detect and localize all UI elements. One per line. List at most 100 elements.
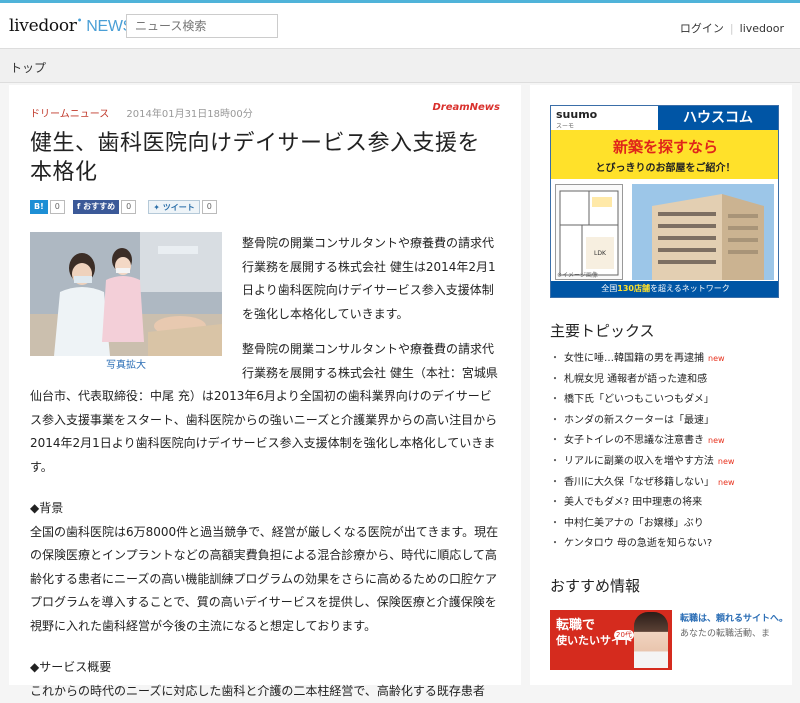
photo-illustration [30,232,222,356]
topics-list: ・女性に唾…韓国籍の男を再逮捕new ・札幌女児 通報者が語った違和感 ・橋下氏… [550,349,792,555]
bullet-icon: ・ [550,456,560,467]
article-heading-background: ◆背景 [30,497,500,521]
article-photo[interactable]: 写真拡大 [30,232,222,374]
hatena-count: 0 [50,200,65,214]
dreamnews-logo[interactable]: DreamNews [432,103,500,113]
facebook-count: 0 [121,200,136,214]
header-links: ログイン | livedoor [680,20,784,36]
topic-item[interactable]: ・香川に大久保「なぜ移籍しない」 new [550,473,792,494]
rec-img-text-2: 使いたいサイト [556,632,633,648]
new-badge: new [718,457,735,466]
suumo-sub-text: スーモ [556,121,597,130]
topics-title: 主要トピックス [550,320,792,341]
topic-item[interactable]: ・ケンタロウ 母の急逝を知らない? [550,534,792,555]
recommend-ad-link[interactable]: 転職は、頼れるサイトへ。 [680,612,790,627]
topic-item[interactable]: ・橋下氏「どいつもこいつもダメ」 [550,390,792,411]
article-date: 2014年01月31日18時00分 [126,109,252,120]
bullet-icon: ・ [550,538,560,549]
rec-img-text-1: 転職で [556,614,595,633]
topic-item[interactable]: ・リアルに副業の収入を増やす方法 new [550,452,792,473]
login-link[interactable]: ログイン [680,22,724,35]
bullet-icon: ・ [550,477,560,488]
ad-footer-pre: 全国 [601,284,617,293]
suumo-logo-text: suumo [556,108,597,121]
topic-link[interactable]: ケンタロウ 母の急逝を知らない? [564,538,712,549]
topic-link[interactable]: 女子トイレの不思議な注意書き [564,435,704,446]
floor-plan-image: LDK [555,184,623,280]
recommend-ad-desc: あなたの転職活動、ま [680,627,790,642]
topic-item[interactable]: ・女子トイレの不思議な注意書き new [550,431,792,452]
site-header: livedoor•NEWS ログイン | livedoor [0,3,800,49]
article-title: 健生、歯科医院向けデイサービス参入支援を本格化 [30,129,500,187]
ad-top-bar: suumoスーモ ハウスコム [551,106,778,130]
article-paragraph: これからの時代のニーズに対応した歯科と介護の二本柱経営で、高齢化する既存患者 [30,680,500,703]
hatena-icon: B! [30,200,48,214]
topic-link[interactable]: 橋下氏「どいつもこいつもダメ」 [564,394,714,405]
recommend-title: おすすめ情報 [550,575,792,596]
site-logo[interactable]: livedoor•NEWS [9,16,133,36]
breadcrumb-top[interactable]: トップ [10,61,46,75]
topic-link[interactable]: 女性に唾…韓国籍の男を再逮捕 [564,353,704,364]
bullet-icon: ・ [550,497,560,508]
header-divider: | [730,22,734,35]
topic-item[interactable]: ・女性に唾…韓国籍の男を再逮捕 new [550,349,792,370]
topic-link[interactable]: ホンダの新スクーターは「最速」 [564,415,714,426]
topic-link[interactable]: 美人でもダメ? 田中理恵の将来 [564,497,702,508]
article-meta: ドリームニュース 2014年01月31日18時00分 DreamNews [30,105,500,119]
topic-link[interactable]: 札幌女児 通報者が語った違和感 [564,374,707,385]
suumo-housecom-ad[interactable]: suumoスーモ ハウスコム 新築を探すなら とびっきりのお部屋をご紹介！ LD… [550,105,779,298]
social-buttons: B! 0 f おすすめ 0 ✦ ツイート 0 [30,199,500,215]
photo-enlarge-link[interactable]: 写真拡大 [30,358,222,374]
bullet-icon: ・ [550,394,560,405]
logo-livedoor: livedoor [9,16,77,36]
topic-item[interactable]: ・美人でもダメ? 田中理恵の将来 [550,493,792,514]
topic-link[interactable]: 香川に大久保「なぜ移籍しない」 [564,477,714,488]
search-input[interactable] [126,14,278,38]
floor-plan-ldk-label: LDK [594,250,607,257]
housecom-logo: ハウスコム [658,106,778,130]
hatena-bookmark-button[interactable]: B! 0 [30,200,65,214]
recommend-ad[interactable]: 転職で 20代 使いたいサイト 転職は、頼れるサイトへ。 あなたの転職活動、ま [550,610,792,670]
facebook-icon: f おすすめ [73,200,119,214]
bullet-icon: ・ [550,518,560,529]
ad-headline: 新築を探すなら [551,136,779,157]
building-drawing [632,184,774,280]
bullet-icon: ・ [550,435,560,446]
article-body: 写真拡大 整骨院の開業コンサルタントや療養費の請求代行業務を展開する株式会社 健… [30,232,500,703]
article-source-link[interactable]: ドリームニュース [30,109,109,120]
bullet-icon: ・ [550,353,560,364]
logo-dot-icon: • [77,16,83,27]
new-badge: new [708,436,725,445]
facebook-recommend-button[interactable]: f おすすめ 0 [73,200,136,214]
twitter-icon: ✦ ツイート [148,200,200,214]
recommend-ad-text: 転職は、頼れるサイトへ。 あなたの転職活動、ま [680,612,790,642]
model-photo [634,612,668,668]
dental-clinic-photo[interactable] [30,232,222,356]
ad-footer-number: 130店舗 [617,284,650,293]
article-paragraph: 全国の歯科医院は6万8000件と過当競争で、経営が厳しくなる医院が出てきます。現… [30,521,500,639]
recommend-ad-image[interactable]: 転職で 20代 使いたいサイト [550,610,672,670]
article-heading-service: ◆サービス概要 [30,656,500,680]
new-badge: new [708,354,725,363]
topic-link[interactable]: 中村仁美アナの「お嬢様」ぶり [564,518,704,529]
floor-plan-drawing: LDK [556,185,622,279]
bullet-icon: ・ [550,415,560,426]
ad-footer-post: を超えるネットワーク [650,284,730,293]
tweet-count: 0 [202,200,217,214]
tweet-button[interactable]: ✦ ツイート 0 [148,200,217,214]
building-image [632,184,774,280]
topic-item[interactable]: ・中村仁美アナの「お嬢様」ぶり [550,514,792,535]
livedoor-link[interactable]: livedoor [740,22,784,35]
topic-item[interactable]: ・ホンダの新スクーターは「最速」 [550,411,792,432]
bullet-icon: ・ [550,374,560,385]
ad-image-note: ※イメージ画像 [557,270,598,279]
topic-item[interactable]: ・札幌女児 通報者が語った違和感 [550,370,792,391]
suumo-logo: suumoスーモ [556,108,597,130]
article-main: ドリームニュース 2014年01月31日18時00分 DreamNews 健生、… [9,85,521,685]
ad-footer: 全国130店舗を超えるネットワーク [551,281,779,297]
tweet-label: ツイート [163,203,195,212]
breadcrumb: トップ [0,49,800,83]
new-badge: new [718,478,735,487]
ad-headline-box: 新築を探すなら とびっきりのお部屋をご紹介！ [551,130,779,179]
topic-link[interactable]: リアルに副業の収入を増やす方法 [564,456,714,467]
